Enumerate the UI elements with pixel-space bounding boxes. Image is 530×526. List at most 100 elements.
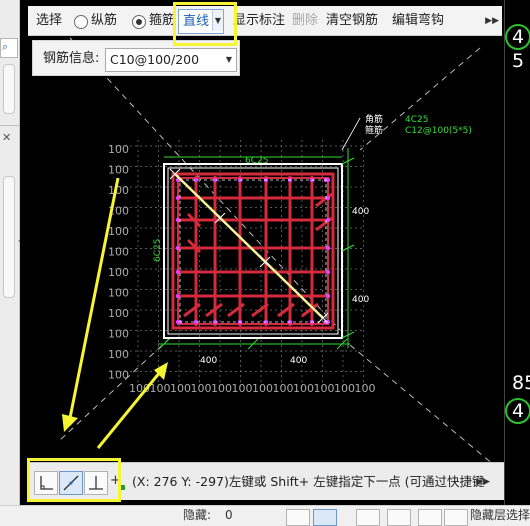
grid-label: 100: [108, 184, 129, 197]
grid-label: 100: [252, 382, 273, 395]
rebar-dot: [175, 319, 181, 325]
perpendicular-icon: [89, 476, 103, 490]
draw-mode-select[interactable]: 直线 ▼: [178, 9, 224, 34]
grid-label: 100: [211, 382, 232, 395]
bottom-dim-2: 400: [290, 356, 307, 366]
right-label-3: 85: [512, 372, 530, 394]
orthogonal-icon: [40, 476, 53, 490]
stirrup-label[interactable]: 箍筋: [149, 6, 175, 36]
grid-label: 100: [129, 382, 150, 395]
leader-line: [341, 117, 361, 151]
construction-line: [349, 344, 501, 471]
edit-hook-button[interactable]: 编辑弯钩: [392, 6, 444, 36]
draw-mode-value: 直线: [183, 14, 210, 29]
rebar-dot: [175, 245, 181, 251]
orthogonal-mode-button[interactable]: [34, 471, 58, 495]
stirrup-hook: [315, 192, 333, 208]
right-label-1: 4: [505, 24, 530, 50]
chevron-down-icon[interactable]: ▼: [226, 49, 232, 71]
stirrup-hook: [186, 238, 202, 254]
rebar-dot: [325, 269, 331, 275]
panel-scrollbar[interactable]: [3, 64, 15, 114]
free-line-mode-button[interactable]: [59, 471, 83, 495]
stirrup-label: 箍筋: [365, 124, 383, 136]
longitudinal-radio[interactable]: [74, 15, 88, 29]
top-bars-label: 6C25: [245, 156, 268, 166]
diagonal-line-icon: [63, 475, 79, 491]
select-button[interactable]: 选择: [36, 6, 62, 36]
rebar-info-value: C10@100/200: [110, 52, 200, 67]
corner-bars-label: 角筋: [365, 113, 383, 125]
rebar-dot: [175, 195, 181, 201]
right-label-4: 4: [505, 398, 530, 424]
grid-label: 100: [108, 266, 129, 279]
rebar-dot: [325, 293, 331, 299]
hidden-count-value: 0: [225, 508, 233, 522]
orthogonal-snap-icon[interactable]: [286, 509, 310, 526]
grid-label: 100: [150, 382, 171, 395]
grid-label: 100: [108, 143, 129, 156]
delete-button[interactable]: 删除: [292, 6, 318, 36]
panel-search-input[interactable]: ⌕: [0, 38, 18, 58]
rebar-dot: [325, 217, 331, 223]
stirrup-value: C12@100(5*5): [405, 126, 472, 136]
rebar-dot: [325, 195, 331, 201]
grid-label: 100: [108, 328, 129, 341]
rebar-dot: [175, 217, 181, 223]
grid-label: 100: [108, 246, 129, 259]
grid-label: 100: [191, 382, 212, 395]
hidden-count-label: 隐藏:: [183, 508, 212, 522]
grid-label: 100: [108, 225, 129, 238]
hidden-layer-select[interactable]: 隐藏层选择: [470, 506, 530, 524]
snap-indicator: [120, 485, 125, 490]
grid-label: 100: [108, 164, 129, 177]
rebar-dot: [325, 245, 331, 251]
panel-scrollbar-2[interactable]: [3, 176, 15, 298]
right-view: 4 5 85 4: [504, 0, 530, 505]
side-bars-label: 6C25: [153, 239, 163, 262]
track-snap-icon[interactable]: [444, 509, 468, 526]
chevron-down-icon[interactable]: ▼: [212, 10, 223, 31]
more-icon[interactable]: ▶▶: [485, 6, 499, 36]
right-dim-1: 400: [352, 207, 369, 217]
search-icon[interactable]: ⌕: [2, 41, 8, 53]
grid-label: 100: [170, 382, 191, 395]
close-icon[interactable]: ✕: [2, 131, 11, 144]
rebar-dot: [175, 269, 181, 275]
grid-label: 100: [273, 382, 294, 395]
grid-label: 100: [232, 382, 253, 395]
status-bar: + (X: 276 Y: -297)左键或 Shift+ 左键指定下一点 (可通…: [30, 462, 504, 500]
grid-label: 100: [334, 382, 355, 395]
grid-label: 100: [108, 287, 129, 300]
grid-label: 100: [108, 369, 129, 382]
grid-label: 100: [355, 382, 376, 395]
app-bottom-strip: 隐藏: 0 隐藏层选择: [0, 505, 530, 526]
rebar-dot: [325, 177, 331, 183]
grid-label: 100: [108, 348, 129, 361]
rebar-info-select[interactable]: C10@100/200 ▼: [105, 48, 237, 72]
bottom-dim-1: 400: [200, 356, 217, 366]
select-window-icon[interactable]: [313, 509, 337, 526]
longitudinal-label[interactable]: 纵筋: [91, 6, 117, 36]
grid-label: 100: [108, 205, 129, 218]
grid-label: 100: [293, 382, 314, 395]
rebar-info-label: 钢筋信息:: [43, 51, 100, 66]
status-text: (X: 276 Y: -297)左键或 Shift+ 左键指定下一点 (可通过快…: [132, 474, 484, 489]
more-icon[interactable]: ▶▶: [476, 463, 490, 501]
cross-snap-icon[interactable]: [356, 509, 380, 526]
clear-rebar-button[interactable]: 清空钢筋: [326, 6, 378, 36]
stirrup-radio[interactable]: [132, 15, 146, 29]
right-label-2: 5: [512, 50, 525, 72]
right-dim-2: 400: [352, 295, 369, 305]
rebar-dot: [175, 293, 181, 299]
angle-snap-icon[interactable]: [387, 509, 411, 526]
rebar-toolbar: 选择 纵筋 箍筋 直线 ▼ 显示标注 删除 清空钢筋 编辑弯钩 ▶▶: [28, 6, 502, 36]
rebar-info-panel: 钢筋信息: C10@100/200 ▼: [32, 40, 240, 76]
plus-snap-icon[interactable]: [418, 509, 442, 526]
panel-divider: [0, 125, 20, 126]
left-side-panel: ⌕ ✕ ◀: [0, 0, 24, 510]
show-annotation-button[interactable]: 显示标注: [233, 6, 285, 36]
grid-label: 100: [314, 382, 335, 395]
perpendicular-mode-button[interactable]: [84, 471, 108, 495]
grid-label: 100: [108, 307, 129, 320]
